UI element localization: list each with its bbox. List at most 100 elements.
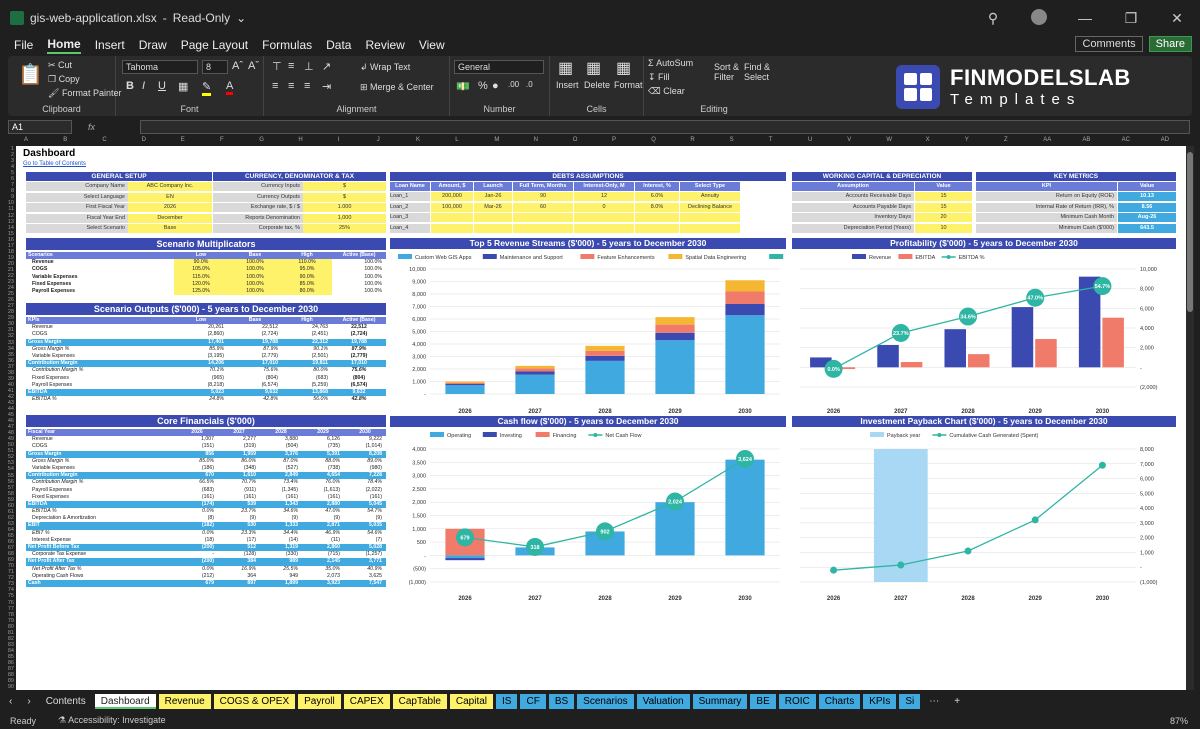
- tab-cogs-opex[interactable]: COGS & OPEX: [213, 693, 296, 709]
- avatar[interactable]: [1016, 8, 1062, 28]
- menu-review[interactable]: Review: [365, 38, 404, 52]
- document-title[interactable]: gis-web-application.xlsx - Read-Only ⌄: [10, 11, 246, 25]
- working-capital-value[interactable]: 15: [915, 192, 972, 201]
- currency-value[interactable]: 25%: [303, 224, 386, 233]
- column-header[interactable]: E: [181, 137, 185, 143]
- debts-cell[interactable]: [431, 213, 473, 222]
- key-metrics-value[interactable]: Aug-26: [1118, 213, 1176, 222]
- sort-filter-button[interactable]: Sort & Filter: [714, 62, 739, 82]
- debts-cell[interactable]: 100,000: [431, 202, 473, 212]
- restore-icon[interactable]: ❐: [1108, 10, 1154, 27]
- align-left-icon[interactable]: ≡: [272, 80, 278, 92]
- menu-page-layout[interactable]: Page Layout: [181, 38, 248, 52]
- wrap-text-button[interactable]: ↲ Wrap Text: [360, 62, 410, 73]
- tab-is[interactable]: IS: [496, 693, 518, 709]
- increase-decimal-icon[interactable]: .00: [508, 80, 519, 89]
- column-header[interactable]: N: [534, 137, 538, 143]
- tab-be[interactable]: BE: [750, 693, 776, 709]
- column-header[interactable]: P: [612, 137, 616, 143]
- underline-icon[interactable]: U: [158, 80, 166, 92]
- paste-icon[interactable]: 📋: [18, 62, 43, 87]
- column-header[interactable]: C: [102, 137, 106, 143]
- key-metrics-value[interactable]: 8.56: [1118, 202, 1176, 212]
- column-header[interactable]: Y: [965, 137, 969, 143]
- debts-cell[interactable]: 90: [513, 192, 573, 201]
- debts-cell[interactable]: Mar-26: [474, 202, 512, 212]
- column-header[interactable]: R: [690, 137, 694, 143]
- debts-cell[interactable]: [474, 223, 512, 233]
- menu-draw[interactable]: Draw: [139, 38, 167, 52]
- more-sheets-icon[interactable]: ⋯: [923, 694, 945, 709]
- align-bottom-icon[interactable]: ⊥: [304, 60, 314, 73]
- debts-cell[interactable]: [431, 223, 473, 233]
- fx-icon[interactable]: fx: [88, 122, 95, 132]
- font-color-icon[interactable]: A: [226, 80, 234, 95]
- menu-view[interactable]: View: [419, 38, 445, 52]
- debts-cell[interactable]: [513, 223, 573, 233]
- next-sheet-icon[interactable]: ›: [21, 694, 36, 709]
- payback-chart[interactable]: Investment Payback Chart ($'000) - 5 yea…: [792, 416, 1176, 602]
- zoom-level[interactable]: 87%: [1170, 716, 1188, 726]
- formula-input[interactable]: [140, 120, 1190, 134]
- debts-cell[interactable]: [574, 213, 634, 222]
- fill-button[interactable]: ↧ Fill: [648, 72, 670, 83]
- column-header[interactable]: K: [416, 137, 420, 143]
- insert-cells-button[interactable]: Insert: [556, 80, 579, 90]
- align-right-icon[interactable]: ≡: [304, 80, 310, 92]
- close-icon[interactable]: ✕: [1154, 10, 1200, 27]
- column-header[interactable]: U: [808, 137, 812, 143]
- align-center-icon[interactable]: ≡: [288, 80, 294, 92]
- align-top-icon[interactable]: ⊤: [272, 60, 282, 73]
- align-middle-icon[interactable]: ≡: [288, 60, 294, 72]
- debts-cell[interactable]: [474, 213, 512, 222]
- menu-data[interactable]: Data: [326, 38, 351, 52]
- column-header[interactable]: O: [573, 137, 578, 143]
- column-header[interactable]: S: [730, 137, 734, 143]
- minimize-icon[interactable]: —: [1062, 10, 1108, 26]
- tab-contents[interactable]: Contents: [40, 694, 92, 709]
- find-select-button[interactable]: Find & Select: [744, 62, 770, 82]
- debts-cell[interactable]: [574, 223, 634, 233]
- orientation-icon[interactable]: ↗: [322, 60, 331, 73]
- debts-cell[interactable]: 12: [574, 192, 634, 201]
- working-capital-value[interactable]: 20: [915, 213, 972, 222]
- merge-center-button[interactable]: ⊞ Merge & Center: [360, 82, 434, 93]
- column-header[interactable]: A: [24, 137, 28, 143]
- tab-valuation[interactable]: Valuation: [636, 693, 690, 709]
- debts-cell[interactable]: Annuity: [680, 192, 740, 201]
- general-setup-value[interactable]: ABC Company Inc.: [128, 182, 212, 191]
- tab-kpis[interactable]: KPIs: [863, 693, 897, 709]
- debts-cell[interactable]: [513, 213, 573, 222]
- column-header[interactable]: AB: [1082, 137, 1090, 143]
- tab-scenarios[interactable]: Scenarios: [577, 693, 634, 709]
- toc-link[interactable]: Go to Table of Contents: [23, 161, 86, 167]
- menu-home[interactable]: Home: [47, 37, 81, 54]
- font-size-select[interactable]: 8: [202, 60, 228, 74]
- debts-cell[interactable]: Jan-26: [474, 192, 512, 201]
- column-header[interactable]: Q: [651, 137, 656, 143]
- debts-cell[interactable]: 6.0%: [635, 192, 679, 201]
- cash-flow-chart[interactable]: Cash flow ($'000) - 5 years to December …: [390, 416, 786, 602]
- debts-cell[interactable]: 200,000: [431, 192, 473, 201]
- column-header[interactable]: M: [494, 137, 499, 143]
- column-header[interactable]: AA: [1043, 137, 1051, 143]
- debts-cell[interactable]: Declining Balance: [680, 202, 740, 212]
- debts-cell[interactable]: [680, 213, 740, 222]
- cut-button[interactable]: ✂ Cut: [48, 60, 72, 71]
- revenue-streams-chart[interactable]: Top 5 Revenue Streams ($'000) - 5 years …: [390, 238, 786, 415]
- general-setup-value[interactable]: 2026: [128, 203, 212, 212]
- tab-bs[interactable]: BS: [548, 693, 575, 709]
- column-header[interactable]: B: [63, 137, 67, 143]
- menu-insert[interactable]: Insert: [95, 38, 125, 52]
- fill-color-icon[interactable]: ✎: [202, 80, 212, 96]
- delete-cells-icon[interactable]: ▦: [586, 58, 601, 78]
- debts-cell[interactable]: Loan_3: [390, 213, 430, 222]
- italic-icon[interactable]: I: [142, 80, 145, 92]
- key-metrics-value[interactable]: 10.13: [1118, 192, 1176, 201]
- insert-cells-icon[interactable]: ▦: [558, 58, 573, 78]
- column-header[interactable]: T: [769, 137, 773, 143]
- share-button[interactable]: Share: [1148, 36, 1192, 52]
- general-setup-value[interactable]: EN: [128, 192, 212, 202]
- menu-file[interactable]: File: [14, 38, 33, 52]
- debts-cell[interactable]: [635, 223, 679, 233]
